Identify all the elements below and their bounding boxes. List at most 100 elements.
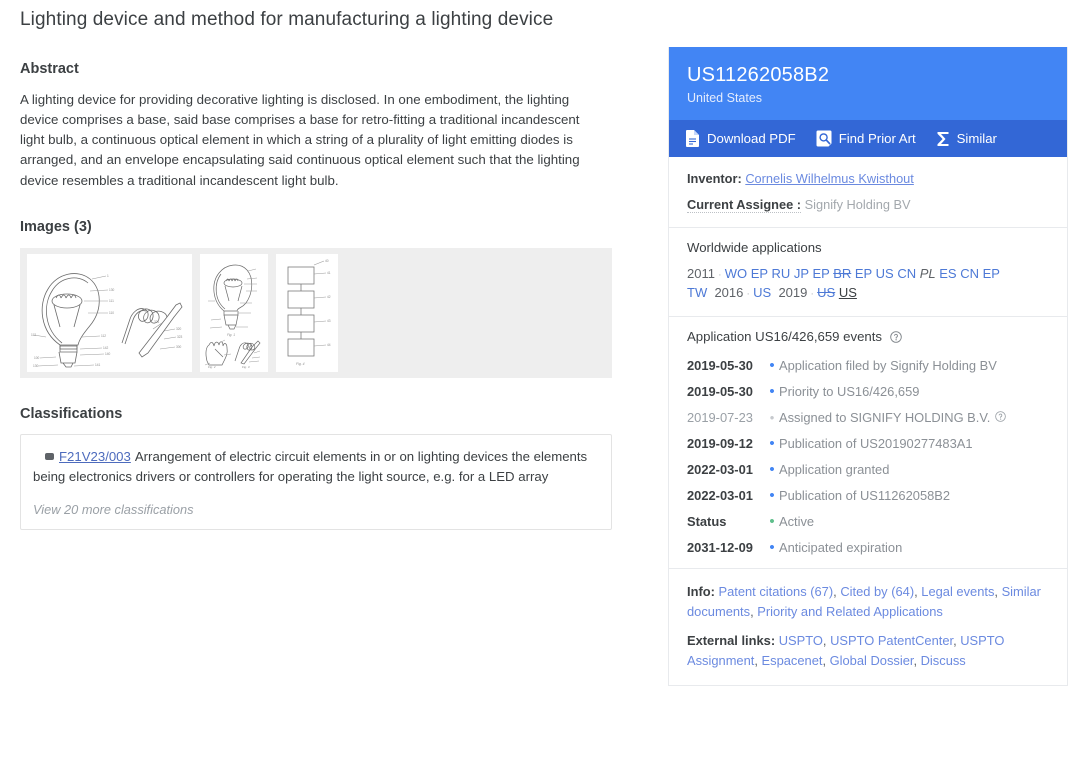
panel-action-bar: Download PDF Find Prior Art Similar: [669, 120, 1067, 157]
svg-text:111: 111: [109, 299, 114, 303]
worldwide-year: 2016: [714, 285, 744, 301]
document-icon: [685, 130, 700, 147]
svg-text:Fig. 1: Fig. 1: [227, 333, 235, 337]
find-prior-art-button[interactable]: Find Prior Art: [816, 130, 916, 147]
svg-text:130: 130: [109, 288, 115, 292]
inventor-link[interactable]: Cornelis Wilhelmus Kwisthout: [745, 171, 914, 186]
patent-figure-thumbnail[interactable]: Fig. 1 Fig. 2 Fig. 3: [200, 253, 268, 372]
svg-text:110: 110: [109, 311, 114, 315]
similar-button[interactable]: Similar: [936, 131, 997, 147]
patent-figure-thumbnail[interactable]: 1 130 111 110 112 112 142 140 100 130 141: [27, 253, 192, 372]
svg-text:1: 1: [107, 274, 109, 278]
worldwide-country-code[interactable]: EP: [751, 266, 768, 281]
event-bullet-icon: •: [769, 357, 775, 375]
svg-text:112: 112: [31, 333, 36, 337]
event-row: 2031-12-09 • Anticipated expiration: [687, 540, 1049, 555]
events-heading: Application US16/426,659 events: [687, 329, 1049, 346]
event-text: Publication of US11262058B2: [779, 488, 951, 504]
info-links-row: Info: Patent citations (67), Cited by (6…: [687, 582, 1049, 622]
event-row: 2019-05-30 • Application filed by Signify …: [687, 358, 1049, 373]
worldwide-country-code[interactable]: BR: [833, 266, 851, 281]
download-pdf-button[interactable]: Download PDF: [685, 130, 796, 147]
assignee-row: Current Assignee : Signify Holding BV: [687, 195, 1049, 214]
svg-text:320: 320: [176, 327, 182, 331]
event-bullet-icon: •: [769, 435, 775, 453]
classification-item: F21V23/003 Arrangement of electric circui…: [33, 447, 597, 488]
svg-text:42: 42: [327, 295, 331, 299]
external-link[interactable]: USPTO PatentCenter: [830, 633, 953, 648]
worldwide-separator-dot: ·: [743, 288, 754, 301]
external-link[interactable]: Global Dossier: [830, 653, 914, 668]
worldwide-country-code[interactable]: US: [876, 266, 894, 281]
abstract-heading: Abstract: [20, 60, 79, 77]
worldwide-country-code[interactable]: EP: [855, 266, 872, 281]
search-document-icon: [816, 130, 832, 147]
svg-text:142: 142: [103, 346, 109, 350]
info-link[interactable]: Legal events: [921, 584, 994, 599]
help-icon[interactable]: [889, 331, 902, 346]
event-date: 2022-03-01: [687, 488, 753, 504]
classifications-heading: Classifications: [20, 405, 123, 422]
worldwide-country-code[interactable]: ES: [939, 266, 956, 281]
svg-text:100: 100: [34, 356, 40, 360]
worldwide-country-code[interactable]: JP: [794, 266, 809, 281]
link-separator: ,: [913, 653, 921, 669]
svg-text:323: 323: [177, 335, 183, 339]
info-link[interactable]: Cited by (64): [840, 584, 914, 599]
links-section: Info: Patent citations (67), Cited by (6…: [669, 569, 1067, 685]
worldwide-country-code[interactable]: US: [753, 285, 771, 300]
event-bullet-icon: •: [769, 513, 775, 531]
external-link[interactable]: Discuss: [921, 653, 966, 668]
worldwide-country-code[interactable]: EP: [812, 266, 829, 281]
worldwide-country-code[interactable]: TW: [687, 285, 707, 300]
link-separator: ,: [822, 633, 831, 649]
events-section: Application US16/426,659 events 2019-05-…: [669, 317, 1067, 570]
worldwide-separator-dot: ·: [807, 288, 818, 301]
worldwide-country-code[interactable]: CN: [960, 266, 979, 281]
inventor-label: Inventor:: [687, 171, 742, 186]
page-title: Lighting device and method for manufactu…: [20, 9, 554, 30]
svg-text:44: 44: [327, 343, 331, 347]
worldwide-year: 2019: [778, 285, 808, 301]
worldwide-country-code[interactable]: CN: [897, 266, 916, 281]
patent-page: Lighting device and method for manufactu…: [0, 0, 1080, 772]
worldwide-country-code[interactable]: US: [839, 285, 857, 300]
event-text: Priority to US16/426,659: [779, 384, 920, 400]
images-heading: Images (3): [20, 218, 92, 235]
external-label: External links:: [687, 633, 779, 649]
event-text: Assigned to SIGNIFY HOLDING B.V.: [779, 410, 991, 426]
worldwide-country-code[interactable]: US: [817, 285, 835, 300]
worldwide-country-code[interactable]: RU: [772, 266, 791, 281]
worldwide-separator-dot: ·: [714, 269, 725, 282]
svg-text:Fig. 2: Fig. 2: [208, 365, 216, 369]
view-more-classifications-link[interactable]: View 20 more classifications: [33, 502, 597, 517]
event-text: Application granted: [779, 462, 890, 478]
classification-code-link[interactable]: F21V23/003: [59, 449, 131, 464]
event-bullet-icon: •: [769, 487, 775, 505]
help-icon[interactable]: [995, 410, 1007, 425]
external-link[interactable]: USPTO: [779, 633, 823, 648]
svg-text:130: 130: [33, 364, 39, 368]
event-bullet-icon: •: [769, 383, 775, 401]
svg-text:321: 321: [154, 320, 160, 324]
similar-label: Similar: [956, 131, 997, 146]
info-link[interactable]: Priority and Related Applications: [757, 604, 943, 619]
svg-text:300: 300: [176, 345, 182, 349]
event-text: Anticipated expiration: [779, 540, 903, 556]
worldwide-country-code[interactable]: PL: [920, 266, 936, 281]
external-link[interactable]: Espacenet: [762, 653, 823, 668]
event-date: 2019-05-30: [687, 358, 753, 374]
assignee-value: Signify Holding BV: [804, 197, 911, 213]
publication-country: United States: [687, 91, 763, 105]
worldwide-country-code[interactable]: WO: [725, 266, 747, 281]
patent-figure-thumbnail[interactable]: 40 41 42 43 44 Fig. 4: [276, 253, 338, 372]
svg-text:112: 112: [101, 334, 106, 338]
worldwide-applications-section: Worldwide applications 2011 · WO EP RU J…: [669, 228, 1067, 318]
events-list: 2019-05-30 • Application filed by Signify …: [687, 358, 1049, 555]
abstract-text: A lighting device for providing decorati…: [20, 91, 580, 188]
worldwide-country-code[interactable]: EP: [983, 266, 1000, 281]
worldwide-year: 2011: [687, 266, 715, 282]
info-link[interactable]: Patent citations (67): [719, 584, 834, 599]
info-label: Info:: [687, 584, 719, 600]
svg-text:Fig. 4: Fig. 4: [296, 362, 305, 366]
